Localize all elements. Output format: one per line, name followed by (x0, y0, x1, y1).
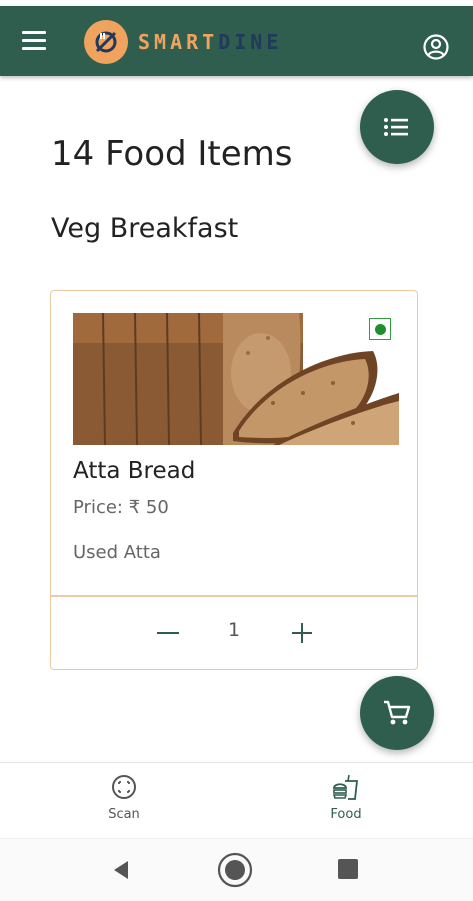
veg-dot-icon (374, 323, 386, 335)
recent-apps-icon[interactable] (338, 859, 358, 879)
cart-fab-button[interactable] (360, 676, 434, 750)
shopping-cart-icon (384, 700, 411, 725)
list-icon (384, 118, 408, 136)
logo-text: SMARTDINE (138, 30, 282, 54)
logo-dine: DINE (218, 30, 283, 54)
fastfood-icon (332, 774, 359, 800)
account-circle-icon[interactable] (422, 33, 450, 61)
minus-icon (157, 632, 179, 634)
decrease-quantity-button[interactable] (157, 615, 181, 649)
fork-knife-logo-icon (84, 20, 128, 64)
nav-food-label: Food (330, 807, 362, 822)
hamburger-menu-icon[interactable] (20, 28, 48, 54)
food-image (73, 313, 399, 445)
app-bar: SMARTDINE (0, 6, 473, 76)
bottom-navigation: Scan Food (0, 762, 473, 839)
item-description: Used Atta (73, 542, 161, 563)
nav-item-scan[interactable]: Scan (64, 773, 184, 833)
increase-quantity-button[interactable] (291, 615, 315, 649)
veg-indicator-icon (369, 318, 391, 340)
app-logo: SMARTDINE (84, 20, 282, 64)
logo-smart: SMART (138, 30, 219, 54)
list-fab-button[interactable] (360, 90, 434, 164)
back-icon[interactable] (110, 859, 132, 885)
item-price: Price: ₹ 50 (73, 497, 169, 518)
nav-scan-label: Scan (108, 807, 140, 822)
item-name: Atta Bread (73, 458, 196, 484)
quantity-stepper: 1 (51, 597, 417, 669)
section-title: Veg Breakfast (51, 213, 239, 244)
food-item-card[interactable]: Atta Bread Price: ₹ 50 Used Atta 1 (50, 290, 418, 670)
quantity-value: 1 (227, 619, 241, 641)
system-navigation-bar (0, 838, 473, 901)
home-icon[interactable] (216, 851, 254, 893)
scan-icon (112, 775, 136, 799)
nav-item-food[interactable]: Food (286, 773, 406, 833)
page-title: 14 Food Items (51, 134, 293, 174)
